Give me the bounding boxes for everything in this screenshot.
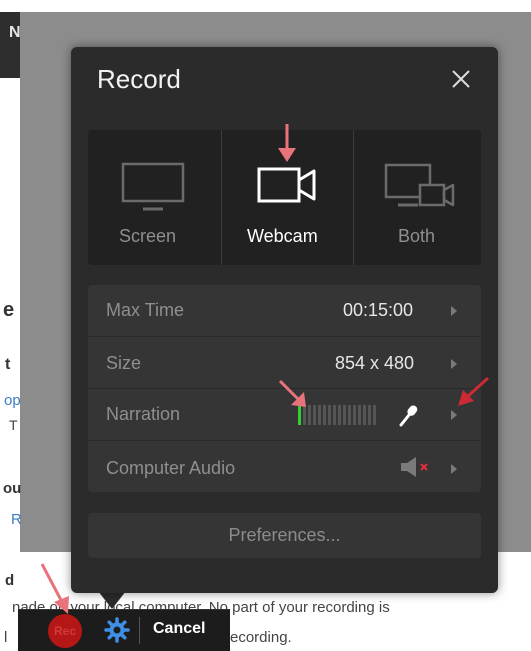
source-screen[interactable]: Screen bbox=[88, 130, 221, 265]
annotation-arrow bbox=[458, 376, 490, 406]
close-icon[interactable] bbox=[448, 66, 474, 92]
level-meter-bar bbox=[348, 405, 351, 425]
level-meter-bar bbox=[318, 405, 321, 425]
page-header-letter: N bbox=[9, 24, 21, 41]
page-header-bar bbox=[0, 12, 20, 78]
level-meter-bar bbox=[358, 405, 361, 425]
size-value: 854 x 480 bbox=[335, 353, 415, 373]
max-time-value: 00:15:00 bbox=[343, 300, 414, 320]
level-meter-bar bbox=[363, 405, 366, 425]
toolbar-divider bbox=[139, 617, 140, 644]
page-fragment: l bbox=[4, 629, 8, 646]
setting-label: Computer Audio bbox=[106, 458, 236, 478]
annotation-arrow bbox=[278, 124, 296, 162]
speaker-muted-icon[interactable] bbox=[399, 456, 433, 478]
gear-icon[interactable] bbox=[104, 617, 130, 643]
preferences-button[interactable]: Preferences... bbox=[88, 513, 481, 558]
chevron-right-icon bbox=[451, 359, 457, 369]
page-top-strip bbox=[0, 0, 531, 12]
page-fragment: d bbox=[5, 572, 15, 589]
page-fragment: T bbox=[9, 417, 18, 433]
page-fragment: t bbox=[5, 356, 11, 373]
page-fragment: e bbox=[3, 299, 15, 321]
webcam-icon bbox=[257, 167, 316, 203]
level-meter-bar bbox=[343, 405, 346, 425]
source-both[interactable]: Both bbox=[354, 130, 481, 265]
setting-label: Size bbox=[106, 353, 142, 373]
record-button[interactable]: Rec bbox=[48, 614, 82, 648]
source-webcam-label: Webcam bbox=[247, 226, 318, 246]
level-meter-bar bbox=[313, 405, 316, 425]
record-button-label: Rec bbox=[53, 624, 76, 638]
level-meter-bar bbox=[353, 405, 356, 425]
source-screen-label: Screen bbox=[119, 226, 177, 246]
source-both-label: Both bbox=[398, 226, 436, 246]
level-meter-bar bbox=[323, 405, 326, 425]
annotation-arrow bbox=[278, 379, 306, 407]
screen-and-webcam-icon bbox=[384, 163, 455, 207]
annotation-arrow bbox=[40, 563, 69, 614]
level-meter-bar bbox=[328, 405, 331, 425]
microphone-icon[interactable] bbox=[398, 403, 420, 427]
chevron-right-icon bbox=[451, 464, 457, 474]
level-meter-bar bbox=[373, 405, 376, 425]
page-body-text-line: ecording. bbox=[230, 629, 292, 646]
chevron-right-icon bbox=[451, 410, 457, 420]
dialog-title: Record bbox=[97, 64, 181, 94]
page-fragment-link[interactable]: R bbox=[11, 511, 22, 528]
page-fragment-link[interactable]: op bbox=[4, 392, 21, 409]
monitor-icon bbox=[121, 162, 185, 211]
dialog-pointer bbox=[98, 591, 126, 609]
page-fragment: ou bbox=[3, 480, 22, 497]
setting-label: Narration bbox=[106, 404, 181, 424]
narration-level-meter bbox=[298, 405, 384, 425]
level-meter-bar bbox=[338, 405, 341, 425]
chevron-right-icon bbox=[451, 306, 457, 316]
level-meter-bar bbox=[368, 405, 371, 425]
level-meter-bar bbox=[333, 405, 336, 425]
setting-label: Max Time bbox=[106, 300, 185, 320]
cancel-button[interactable]: Cancel bbox=[153, 620, 205, 638]
